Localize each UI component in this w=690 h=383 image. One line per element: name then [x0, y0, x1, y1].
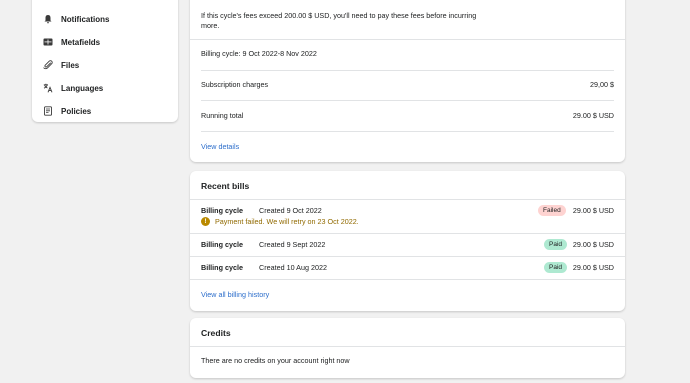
- divider: [201, 131, 614, 132]
- view-details-link[interactable]: View details: [201, 142, 239, 151]
- policy-icon: [42, 105, 54, 117]
- bill-created-date: Created 10 Aug 2022: [259, 263, 327, 272]
- bill-amount: 29.00 $ USD: [572, 206, 614, 215]
- warning-text: Payment failed. We will retry on 23 Oct …: [215, 217, 359, 226]
- status-badge-paid: Paid: [544, 239, 568, 250]
- recent-bills-card: Recent bills Billing cycle Created 9 Oct…: [190, 171, 625, 311]
- view-billing-history-link[interactable]: View all billing history: [201, 290, 269, 299]
- warning-icon: !: [201, 217, 210, 226]
- payment-failed-warning: ! Payment failed. We will retry on 23 Oc…: [201, 217, 359, 226]
- subscription-charges-value: 29,00 $: [590, 80, 614, 89]
- credits-card: Credits There are no credits on your acc…: [190, 318, 625, 378]
- divider: [190, 233, 625, 234]
- divider: [190, 279, 625, 280]
- divider: [190, 256, 625, 257]
- sidebar-item-label: Notifications: [61, 14, 110, 24]
- bill-cycle-label: Billing cycle: [201, 263, 243, 272]
- bill-amount: 29.00 $ USD: [572, 240, 614, 249]
- recent-bills-title: Recent bills: [201, 181, 250, 191]
- divider: [190, 346, 625, 347]
- sidebar-item-files[interactable]: Files: [32, 54, 178, 76]
- divider: [190, 199, 625, 200]
- metafields-icon: [42, 36, 54, 48]
- fee-threshold-notice-cont: more.: [201, 21, 220, 30]
- translate-icon: [42, 82, 54, 94]
- bill-cycle-label: Billing cycle: [201, 206, 243, 215]
- current-bill-card: If this cycle's fees exceed 200.00 $ USD…: [190, 0, 625, 162]
- credits-title: Credits: [201, 328, 231, 338]
- status-badge-failed: Failed: [538, 205, 566, 216]
- divider: [201, 70, 614, 71]
- divider: [190, 39, 625, 40]
- subscription-charges-label: Subscription charges: [201, 80, 269, 89]
- sidebar-item-notifications[interactable]: Notifications: [32, 8, 178, 30]
- sidebar-item-metafields[interactable]: Metafields: [32, 31, 178, 53]
- sidebar-item-label: Files: [61, 60, 80, 70]
- running-total-value: 29.00 $ USD: [572, 111, 614, 120]
- sidebar-item-languages[interactable]: Languages: [32, 77, 178, 99]
- fee-threshold-notice: If this cycle's fees exceed 200.00 $ USD…: [201, 11, 477, 20]
- status-badge-paid: Paid: [544, 262, 568, 273]
- divider: [201, 100, 614, 101]
- sidebar-item-label: Languages: [61, 83, 104, 93]
- bell-icon: [42, 13, 54, 25]
- bill-created-date: Created 9 Sept 2022: [259, 240, 326, 249]
- bill-cycle-label: Billing cycle: [201, 240, 243, 249]
- sidebar-item-policies[interactable]: Policies: [32, 100, 178, 122]
- bill-amount: 29.00 $ USD: [572, 263, 614, 272]
- billing-cycle-heading: Billing cycle: 9 Oct 2022-8 Nov 2022: [201, 49, 317, 58]
- sidebar-item-label: Policies: [61, 106, 92, 116]
- settings-sidebar: Notifications Metafields Files Languages…: [32, 0, 178, 122]
- credits-empty-text: There are no credits on your account rig…: [201, 356, 350, 365]
- bill-created-date: Created 9 Oct 2022: [259, 206, 322, 215]
- sidebar-item-label: Metafields: [61, 37, 101, 47]
- running-total-label: Running total: [201, 111, 244, 120]
- paperclip-icon: [42, 59, 54, 71]
